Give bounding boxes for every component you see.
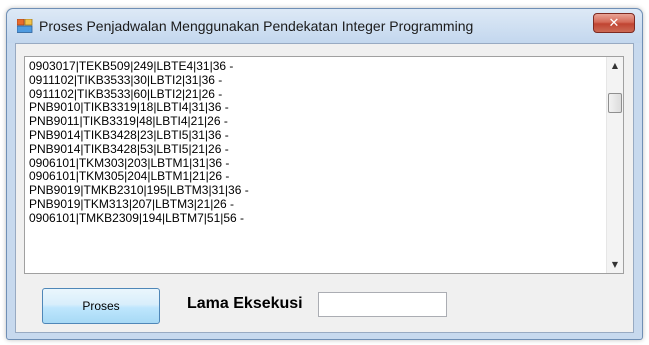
lama-eksekusi-field[interactable] <box>318 292 447 317</box>
output-textbox[interactable]: 0903017|TEKB509|249|LBTE4|31|36 -0911102… <box>24 56 624 274</box>
output-line: PNB9014|TIKB3428|23|LBTI5|31|36 - <box>29 127 229 142</box>
output-line: 0906101|TMKB2309|194|LBTM7|51|56 - <box>29 210 245 225</box>
title-bar[interactable]: Proses Penjadwalan Menggunakan Pendekata… <box>7 9 642 43</box>
output-lines: 0903017|TEKB509|249|LBTE4|31|36 -0911102… <box>29 59 603 226</box>
scroll-thumb[interactable] <box>608 93 622 113</box>
app-icon <box>17 19 33 33</box>
output-line: PNB9011|TIKB3319|48|LBTI4|21|26 - <box>29 114 228 129</box>
close-icon: ✕ <box>608 15 620 31</box>
proses-button[interactable]: Proses <box>42 288 160 324</box>
output-line: 0906101|TKM303|203|LBTM1|31|36 - <box>29 155 230 170</box>
window-title: Proses Penjadwalan Menggunakan Pendekata… <box>39 18 474 34</box>
output-line: 0906101|TKM305|204|LBTM1|21|26 - <box>29 169 230 184</box>
output-line: PNB9019|TKM313|207|LBTM3|21|26 - <box>29 196 235 211</box>
output-line: PNB9010|TIKB3319|18|LBTI4|31|36 - <box>29 100 229 115</box>
output-line: 0911102|TIKB3533|30|LBTI2|31|36 - <box>29 72 223 87</box>
output-line: PNB9014|TIKB3428|53|LBTI5|21|26 - <box>29 141 229 156</box>
output-line: 0911102|TIKB3533|60|LBTI2|21|26 - <box>29 86 223 101</box>
close-button[interactable]: ✕ <box>593 13 635 33</box>
app-window: Proses Penjadwalan Menggunakan Pendekata… <box>6 8 643 340</box>
client-area: 0903017|TEKB509|249|LBTE4|31|36 -0911102… <box>15 43 634 333</box>
output-line: 0903017|TEKB509|249|LBTE4|31|36 - <box>29 59 234 73</box>
scroll-down-arrow-icon[interactable]: ▼ <box>607 256 623 273</box>
vertical-scrollbar[interactable]: ▲ ▼ <box>606 57 623 273</box>
output-line: PNB9019|TMKB2310|195|LBTM3|31|36 - <box>29 183 249 198</box>
lama-eksekusi-label: Lama Eksekusi <box>187 295 303 312</box>
scroll-up-arrow-icon[interactable]: ▲ <box>607 57 623 74</box>
